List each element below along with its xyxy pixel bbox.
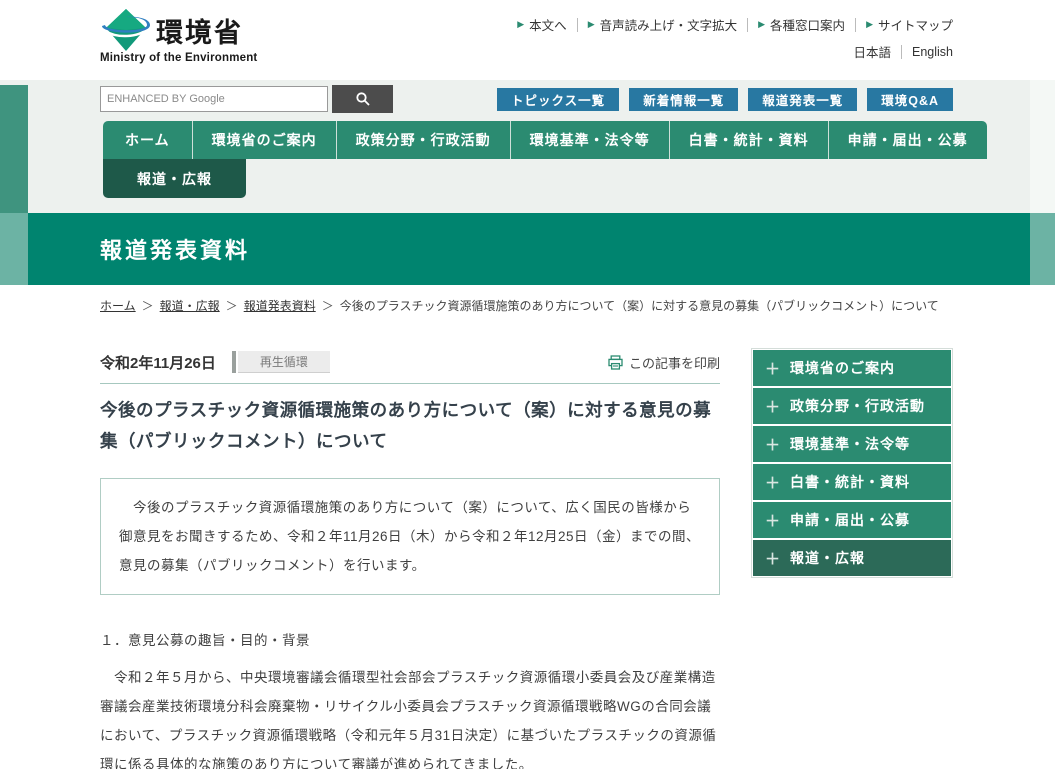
sub-navigation: 報道・広報 (103, 159, 246, 198)
breadcrumb-link-press-release[interactable]: 報道発表資料 (244, 297, 316, 314)
right-accent-stripe (1030, 80, 1055, 213)
page-banner-inner: 報道発表資料 (28, 213, 1030, 285)
sidebar-item-about[interactable]: ＋ 環境省のご案内 (753, 350, 951, 386)
plus-icon: ＋ (765, 510, 780, 531)
utility-link-readaloud[interactable]: ▶ 音声読み上げ・文字拡大 (588, 15, 737, 34)
search-input[interactable] (100, 86, 328, 112)
sidebar-item-label: 政策分野・行政活動 (790, 396, 925, 416)
section-heading: １．意見公募の趣旨・目的・背景 (100, 629, 720, 649)
sidebar-item-label: 申請・届出・公募 (790, 510, 910, 530)
nav-tab-application[interactable]: 申請・届出・公募 (829, 121, 987, 159)
divider (855, 18, 856, 32)
print-article-link[interactable]: この記事を印刷 (608, 353, 720, 372)
plus-icon: ＋ (765, 548, 780, 569)
columns: 令和2年11月26日 再生循環 この記事を印刷 今後のプラスチック資源循環施策の… (100, 350, 1055, 769)
breadcrumb-current: 今後のプラスチック資源循環施策のあり方について（案）に対する意見の募集（パブリッ… (340, 297, 939, 314)
nav-tab-home[interactable]: ホーム (103, 121, 193, 159)
language-link-japanese[interactable]: 日本語 (853, 42, 891, 61)
page-title: 報道発表資料 (100, 233, 250, 265)
search-row (100, 85, 393, 113)
article-title: 今後のプラスチック資源循環施策のあり方について（案）に対する意見の募集（パブリッ… (100, 395, 720, 456)
header-band: トピックス一覧 新着情報一覧 報道発表一覧 環境Q&A ホーム 環境省のご案内 … (0, 80, 1055, 213)
sidebar-item-application[interactable]: ＋ 申請・届出・公募 (753, 502, 951, 538)
left-accent-stripe (0, 85, 28, 213)
arrow-icon: ▶ (866, 19, 873, 30)
moe-logo-icon (100, 6, 152, 54)
printer-icon (608, 355, 623, 370)
tag-accent-bar (232, 351, 236, 373)
sidebar-item-label: 環境省のご案内 (790, 358, 895, 378)
nav-tab-whitepaper[interactable]: 白書・統計・資料 (670, 121, 829, 159)
sidebar-column: ＋ 環境省のご案内 ＋ 政策分野・行政活動 ＋ 環境基準・法令等 ＋ 白書・統計… (751, 348, 953, 769)
plus-icon: ＋ (765, 472, 780, 493)
sidebar-item-policy[interactable]: ＋ 政策分野・行政活動 (753, 388, 951, 424)
utility-link-label: 各種窓口案内 (770, 15, 845, 34)
sidebar-item-label: 報道・広報 (790, 548, 865, 568)
env-qa-button[interactable]: 環境Q&A (867, 88, 953, 111)
breadcrumb-separator: ＞ (142, 297, 154, 314)
logo-kanji: 環境省 (156, 11, 243, 50)
breadcrumb: ホーム ＞ 報道・広報 ＞ 報道発表資料 ＞ 今後のプラスチック資源循環施策のあ… (100, 297, 960, 314)
article-meta-row: 令和2年11月26日 再生循環 この記事を印刷 (100, 350, 720, 374)
language-links: 日本語 English (853, 42, 953, 61)
nav-tab-press-active[interactable]: 報道・広報 (103, 159, 246, 198)
sidebar-item-standards[interactable]: ＋ 環境基準・法令等 (753, 426, 951, 462)
breadcrumb-separator: ＞ (226, 297, 238, 314)
article-paragraph: 令和２年５月から、中央環境審議会循環型社会部会プラスチック資源循環小委員会及び産… (100, 663, 720, 769)
language-link-english[interactable]: English (912, 45, 953, 59)
page-banner: 報道発表資料 (0, 213, 1055, 285)
content: ホーム ＞ 報道・広報 ＞ 報道発表資料 ＞ 今後のプラスチック資源循環施策のあ… (0, 285, 1055, 769)
sidebar-item-whitepaper[interactable]: ＋ 白書・統計・資料 (753, 464, 951, 500)
press-release-list-button[interactable]: 報道発表一覧 (748, 88, 857, 111)
print-label: この記事を印刷 (629, 353, 720, 372)
arrow-icon: ▶ (588, 19, 595, 30)
sidebar-item-label: 環境基準・法令等 (790, 434, 910, 454)
utility-links: ▶ 本文へ ▶ 音声読み上げ・文字拡大 ▶ 各種窓口案内 ▶ サイトマップ (517, 15, 953, 34)
divider-rule (100, 383, 720, 384)
new-info-list-button[interactable]: 新着情報一覧 (629, 88, 738, 111)
plus-icon: ＋ (765, 358, 780, 379)
topics-list-button[interactable]: トピックス一覧 (497, 88, 619, 111)
nav-tab-standards[interactable]: 環境基準・法令等 (511, 121, 670, 159)
utility-link-label: 音声読み上げ・文字拡大 (600, 15, 738, 34)
sidebar-menu: ＋ 環境省のご案内 ＋ 政策分野・行政活動 ＋ 環境基準・法令等 ＋ 白書・統計… (751, 348, 953, 578)
logo-english: Ministry of the Environment (100, 52, 260, 64)
sidebar-item-label: 白書・統計・資料 (790, 472, 910, 492)
arrow-icon: ▶ (517, 19, 524, 30)
divider (901, 45, 902, 59)
utility-link-main-content[interactable]: ▶ 本文へ (517, 15, 566, 34)
article-column: 令和2年11月26日 再生循環 この記事を印刷 今後のプラスチック資源循環施策の… (100, 350, 720, 769)
search-button[interactable] (332, 85, 393, 113)
sidebar-item-press-active[interactable]: ＋ 報道・広報 (753, 540, 951, 576)
nav-tab-policy[interactable]: 政策分野・行政活動 (337, 121, 511, 159)
logo-top: 環境省 (100, 6, 260, 54)
page: 環境省 Ministry of the Environment ▶ 本文へ ▶ 音声… (0, 0, 1055, 769)
category-tag[interactable]: 再生循環 (238, 351, 330, 373)
breadcrumb-separator: ＞ (322, 297, 334, 314)
divider (577, 18, 578, 32)
plus-icon: ＋ (765, 434, 780, 455)
utility-link-label: サイトマップ (878, 15, 953, 34)
ministry-logo[interactable]: 環境省 Ministry of the Environment (100, 6, 260, 64)
main-navigation: ホーム 環境省のご案内 政策分野・行政活動 環境基準・法令等 白書・統計・資料 … (103, 121, 987, 159)
breadcrumb-link-press[interactable]: 報道・広報 (160, 297, 220, 314)
divider (747, 18, 748, 32)
search-icon (355, 91, 371, 107)
quick-links: トピックス一覧 新着情報一覧 報道発表一覧 環境Q&A (487, 88, 953, 111)
utility-link-sitemap[interactable]: ▶ サイトマップ (866, 15, 953, 34)
summary-box: 今後のプラスチック資源循環施策のあり方について（案）について、広く国民の皆様から… (100, 478, 720, 595)
plus-icon: ＋ (765, 396, 780, 417)
site-header: 環境省 Ministry of the Environment ▶ 本文へ ▶ 音声… (0, 0, 1055, 80)
utility-link-contact[interactable]: ▶ 各種窓口案内 (758, 15, 845, 34)
breadcrumb-link-home[interactable]: ホーム (100, 297, 136, 314)
arrow-icon: ▶ (758, 19, 765, 30)
article-date: 令和2年11月26日 (100, 352, 216, 373)
nav-tab-about[interactable]: 環境省のご案内 (193, 121, 337, 159)
utility-link-label: 本文へ (529, 15, 567, 34)
